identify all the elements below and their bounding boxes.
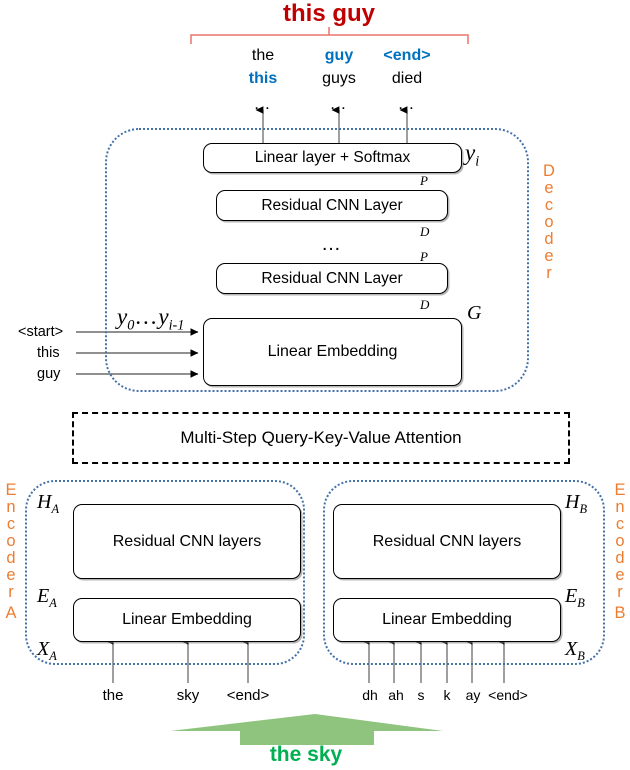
diagram-canvas: this guy the this … guy guys … <end> die… xyxy=(0,0,630,770)
encoder-b-side-letter: n xyxy=(615,498,625,516)
output-bracket xyxy=(190,27,469,44)
annotation-E-B: EB xyxy=(565,585,585,610)
encoder-b-input-token: k xyxy=(443,687,451,703)
encoder-b-side-letter: E xyxy=(614,481,626,499)
decoder-linear-embedding-box[interactable]: Linear Embedding xyxy=(203,318,462,386)
encoder-b-side-label: E n c o d e r B xyxy=(612,482,628,622)
encoder-b-residual-cnn-box[interactable]: Residual CNN layers xyxy=(333,504,561,579)
encoder-a-side-letter: e xyxy=(6,566,16,584)
encoder-a-side-label: E n c o d e r A xyxy=(3,482,19,622)
candidate-word: guy xyxy=(324,47,354,64)
decoder-side-letter: o xyxy=(544,213,554,231)
encoder-b-side-letter: d xyxy=(615,549,625,567)
decoder-side-letter: e xyxy=(544,247,554,265)
annotation-P: P xyxy=(420,173,428,188)
encoder-a-input-token: the xyxy=(102,687,124,704)
output-headline: this guy xyxy=(282,0,376,27)
candidate-word: this xyxy=(248,70,278,87)
decoder-input-word: guy xyxy=(37,366,61,382)
encoder-b-side-letter: e xyxy=(615,566,625,584)
source-caption: the sky xyxy=(269,743,343,766)
encoder-a-input-token: <end> xyxy=(226,687,270,704)
decoder-side-letter: e xyxy=(544,179,554,197)
encoder-b-side-letter: r xyxy=(617,583,623,601)
candidate-word: the xyxy=(251,47,275,64)
encoder-b-input-token: dh xyxy=(362,687,378,703)
annotation-X-B: XB xyxy=(565,638,585,663)
encoder-b-side-letter: c xyxy=(615,515,625,533)
decoder-side-letter: c xyxy=(544,196,554,214)
encoder-a-residual-cnn-box[interactable]: Residual CNN layers xyxy=(73,504,301,579)
decoder-side-letter: d xyxy=(544,230,554,248)
encoder-a-linear-embedding-box[interactable]: Linear Embedding xyxy=(73,598,301,642)
decoder-side-letter: D xyxy=(543,162,555,180)
candidate-ellipsis: … xyxy=(253,94,273,113)
decoder-softmax-box[interactable]: Linear layer + Softmax xyxy=(203,143,462,173)
annotation-D: D xyxy=(420,224,430,239)
annotation-y-i: yi xyxy=(465,140,480,170)
encoder-a-side-letter: d xyxy=(6,549,16,567)
encoder-b-linear-embedding-box[interactable]: Linear Embedding xyxy=(333,598,561,642)
decoder-side-letter: r xyxy=(546,264,552,282)
annotation-H-B: HB xyxy=(565,491,588,516)
decoder-residual-cnn-layer-bottom[interactable]: Residual CNN Layer xyxy=(216,263,448,294)
encoder-a-side-letter: c xyxy=(6,515,16,533)
candidate-word: guys xyxy=(322,70,356,87)
encoder-a-side-letter: n xyxy=(6,498,16,516)
candidate-ellipsis: … xyxy=(329,94,349,113)
candidate-word: <end> xyxy=(383,47,431,64)
attention-block[interactable]: Multi-Step Query-Key-Value Attention xyxy=(72,412,570,464)
source-banner xyxy=(170,714,443,745)
encoder-b-input-token: s xyxy=(417,687,425,703)
annotation-D: D xyxy=(420,297,430,312)
decoder-side-label: D e c o d e r xyxy=(541,163,557,282)
encoder-a-side-suffix: A xyxy=(5,604,17,622)
encoder-a-side-letter: o xyxy=(6,532,16,550)
annotation-H-A: HA xyxy=(37,491,60,516)
encoder-b-input-token: ay xyxy=(465,687,481,703)
annotation-E-A: EA xyxy=(37,585,57,610)
encoder-b-side-letter: o xyxy=(615,532,625,550)
encoder-a-input-token: sky xyxy=(176,687,200,704)
decoder-residual-cnn-layer-top[interactable]: Residual CNN Layer xyxy=(216,190,448,221)
candidate-ellipsis: … xyxy=(397,94,417,113)
decoder-input-word: <start> xyxy=(18,324,64,340)
candidate-word: died xyxy=(391,70,423,87)
decoder-input-word: this xyxy=(37,345,60,361)
decoder-layers-ellipsis: … xyxy=(321,233,343,255)
encoder-b-side-suffix: B xyxy=(614,604,626,622)
encoder-a-side-letter: r xyxy=(8,583,14,601)
encoder-b-input-token: ah xyxy=(388,687,404,703)
annotation-X-A: XA xyxy=(37,638,57,663)
annotation-G: G xyxy=(467,302,482,324)
decoder-input-sequence-annotation: y0…yi-1 xyxy=(117,304,185,334)
encoder-a-side-letter: E xyxy=(5,481,17,499)
encoder-b-input-token: <end> xyxy=(488,687,528,703)
